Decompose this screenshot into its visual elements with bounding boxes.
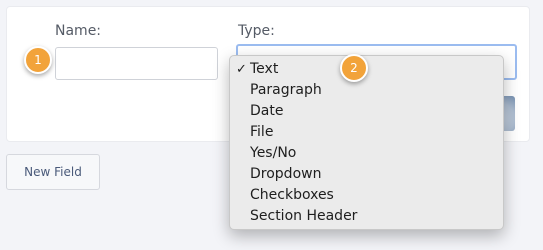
menu-item-label: Dropdown: [250, 166, 322, 182]
menu-item-label: Yes/No: [250, 145, 297, 161]
menu-item-label: Text: [250, 61, 279, 77]
menu-item-label: Checkboxes: [250, 187, 334, 203]
menu-item-label: Section Header: [250, 208, 358, 224]
menu-item-yes-no[interactable]: Yes/No: [230, 143, 503, 164]
menu-item-label: Paragraph: [250, 82, 322, 98]
menu-item-checkboxes[interactable]: Checkboxes: [230, 185, 503, 206]
step-badge-1: 1: [24, 46, 52, 74]
name-input[interactable]: [55, 47, 218, 80]
menu-item-label: Date: [250, 103, 284, 119]
step-badge-2: 2: [340, 54, 368, 82]
menu-item-paragraph[interactable]: Paragraph: [230, 80, 503, 101]
new-field-button[interactable]: New Field: [6, 154, 100, 190]
menu-item-date[interactable]: Date: [230, 101, 503, 122]
menu-item-dropdown[interactable]: Dropdown: [230, 164, 503, 185]
menu-item-label: File: [250, 124, 274, 140]
type-label: Type:: [238, 23, 275, 39]
menu-item-file[interactable]: File: [230, 122, 503, 143]
menu-item-section-header[interactable]: Section Header: [230, 206, 503, 227]
field-editor: Name: Type: New Field ✓ Text Paragraph D…: [0, 0, 543, 250]
name-label: Name:: [55, 23, 102, 39]
checkmark-icon: ✓: [236, 62, 247, 77]
type-dropdown-menu: ✓ Text Paragraph Date File Yes/No Dropdo…: [229, 55, 504, 230]
